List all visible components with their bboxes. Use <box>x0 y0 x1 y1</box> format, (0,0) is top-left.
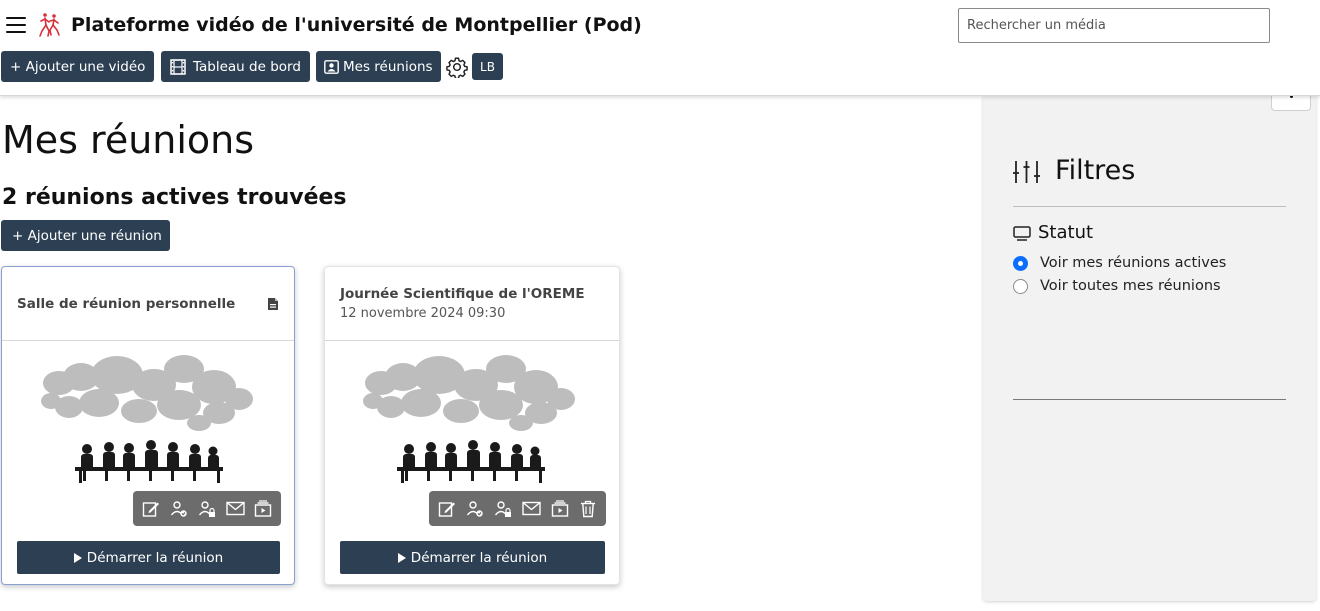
meeting-card: Salle de réunion personnelle Démarrer la… <box>1 266 295 585</box>
user-check-icon[interactable] <box>165 494 193 523</box>
my-meetings-label: Mes réunions <box>343 58 433 75</box>
start-meeting-label: Démarrer la réunion <box>86 549 224 566</box>
start-meeting-label: Démarrer la réunion <box>410 549 548 566</box>
start-meeting-button[interactable]: Démarrer la réunion <box>17 541 280 574</box>
menu-icon[interactable] <box>6 17 26 35</box>
recordings-icon[interactable] <box>249 494 277 523</box>
meeting-actions-bar <box>429 491 606 526</box>
dashboard-label: Tableau de bord <box>193 58 301 75</box>
sliders-icon <box>1013 161 1040 183</box>
play-icon <box>397 552 406 563</box>
site-title[interactable]: Plateforme vidéo de l'université de Mont… <box>71 14 642 36</box>
edit-icon[interactable] <box>137 494 165 523</box>
filters-title: Filtres <box>1055 155 1136 186</box>
recordings-icon[interactable] <box>546 494 574 523</box>
search-input[interactable] <box>958 8 1270 43</box>
gear-icon[interactable] <box>446 56 468 78</box>
user-avatar-button[interactable]: LB <box>472 53 503 80</box>
radio-label: Voir mes réunions actives <box>1040 255 1227 271</box>
radio-button[interactable] <box>1013 255 1028 271</box>
filter-all-meetings-option[interactable]: Voir toutes mes réunions <box>1013 277 1221 295</box>
mail-icon[interactable] <box>221 494 249 523</box>
radio-button[interactable] <box>1013 278 1028 294</box>
user-lock-icon[interactable] <box>193 494 221 523</box>
my-meetings-button[interactable]: Mes réunions <box>316 51 441 82</box>
dashboard-button[interactable]: Tableau de bord <box>161 51 310 82</box>
play-icon <box>73 552 82 563</box>
divider <box>1013 399 1286 400</box>
add-video-label: + Ajouter une vidéo <box>10 58 146 75</box>
meeting-illustration <box>363 355 575 483</box>
university-logo-icon <box>39 13 60 37</box>
card-header: Journée Scientifique de l'OREME 12 novem… <box>325 267 619 341</box>
person-badge-icon <box>324 59 339 74</box>
meeting-actions-bar <box>133 491 281 526</box>
radio-label: Voir toutes mes réunions <box>1040 278 1221 294</box>
results-count: 2 réunions actives trouvées <box>2 185 347 210</box>
divider <box>1013 206 1286 207</box>
monitor-icon <box>1013 226 1031 241</box>
trash-icon[interactable] <box>574 494 602 523</box>
filters-sidebar: Filtres Statut Voir mes réunions actives… <box>983 90 1316 601</box>
filter-active-meetings-option[interactable]: Voir mes réunions actives <box>1013 254 1226 272</box>
mail-icon[interactable] <box>518 494 546 523</box>
meeting-title: Journée Scientifique de l'OREME <box>340 286 585 302</box>
meeting-card: Journée Scientifique de l'OREME 12 novem… <box>324 266 620 585</box>
card-header: Salle de réunion personnelle <box>2 267 294 341</box>
meeting-date: 12 novembre 2024 09:30 <box>340 306 506 321</box>
film-icon <box>170 58 186 75</box>
top-navbar: Plateforme vidéo de l'université de Mont… <box>0 0 1320 96</box>
user-lock-icon[interactable] <box>489 494 517 523</box>
add-meeting-button[interactable]: + Ajouter une réunion <box>1 220 170 251</box>
edit-icon[interactable] <box>433 494 461 523</box>
user-check-icon[interactable] <box>461 494 489 523</box>
start-meeting-button[interactable]: Démarrer la réunion <box>340 541 605 574</box>
meeting-title: Salle de réunion personnelle <box>17 296 236 312</box>
status-title: Statut <box>1038 222 1094 243</box>
add-video-button[interactable]: + Ajouter une vidéo <box>1 51 155 82</box>
document-icon[interactable] <box>267 297 279 311</box>
meeting-illustration <box>41 355 253 483</box>
page-title: Mes réunions <box>2 118 255 162</box>
